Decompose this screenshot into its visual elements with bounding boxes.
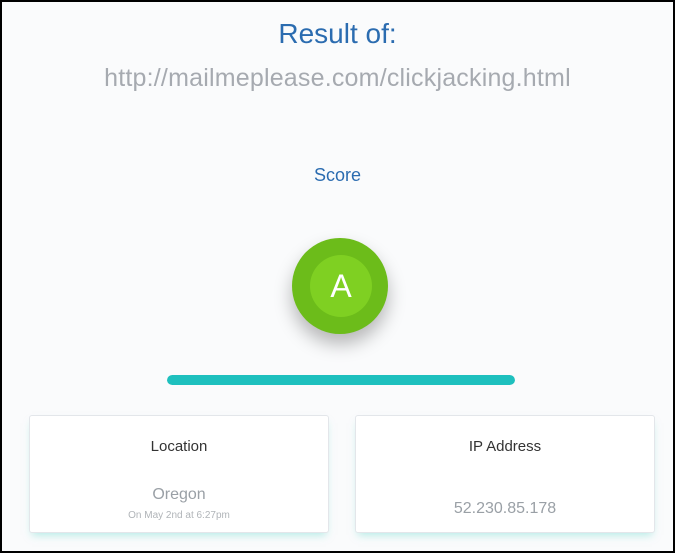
grade-badge: A [292,238,388,334]
score-label: Score [313,165,362,185]
score-progress-fill [167,375,515,385]
result-title: Result of: [278,18,397,49]
result-panel: Result of: http://mailmeplease.com/click… [0,0,675,553]
location-value: Oregon [152,486,206,503]
ip-address-value: 52.230.85.178 [453,500,557,517]
grade-letter: A [310,255,372,317]
ip-address-card: IP Address 52.230.85.178 [355,415,655,533]
score-progress-bar [167,375,515,385]
location-timestamp: On May 2nd at 6:27pm [128,510,230,521]
ip-address-heading: IP Address [468,438,542,455]
location-heading: Location [150,438,208,455]
location-card: Location Oregon On May 2nd at 6:27pm [29,415,329,533]
scanned-url: http://mailmeplease.com/clickjacking.htm… [104,64,571,92]
